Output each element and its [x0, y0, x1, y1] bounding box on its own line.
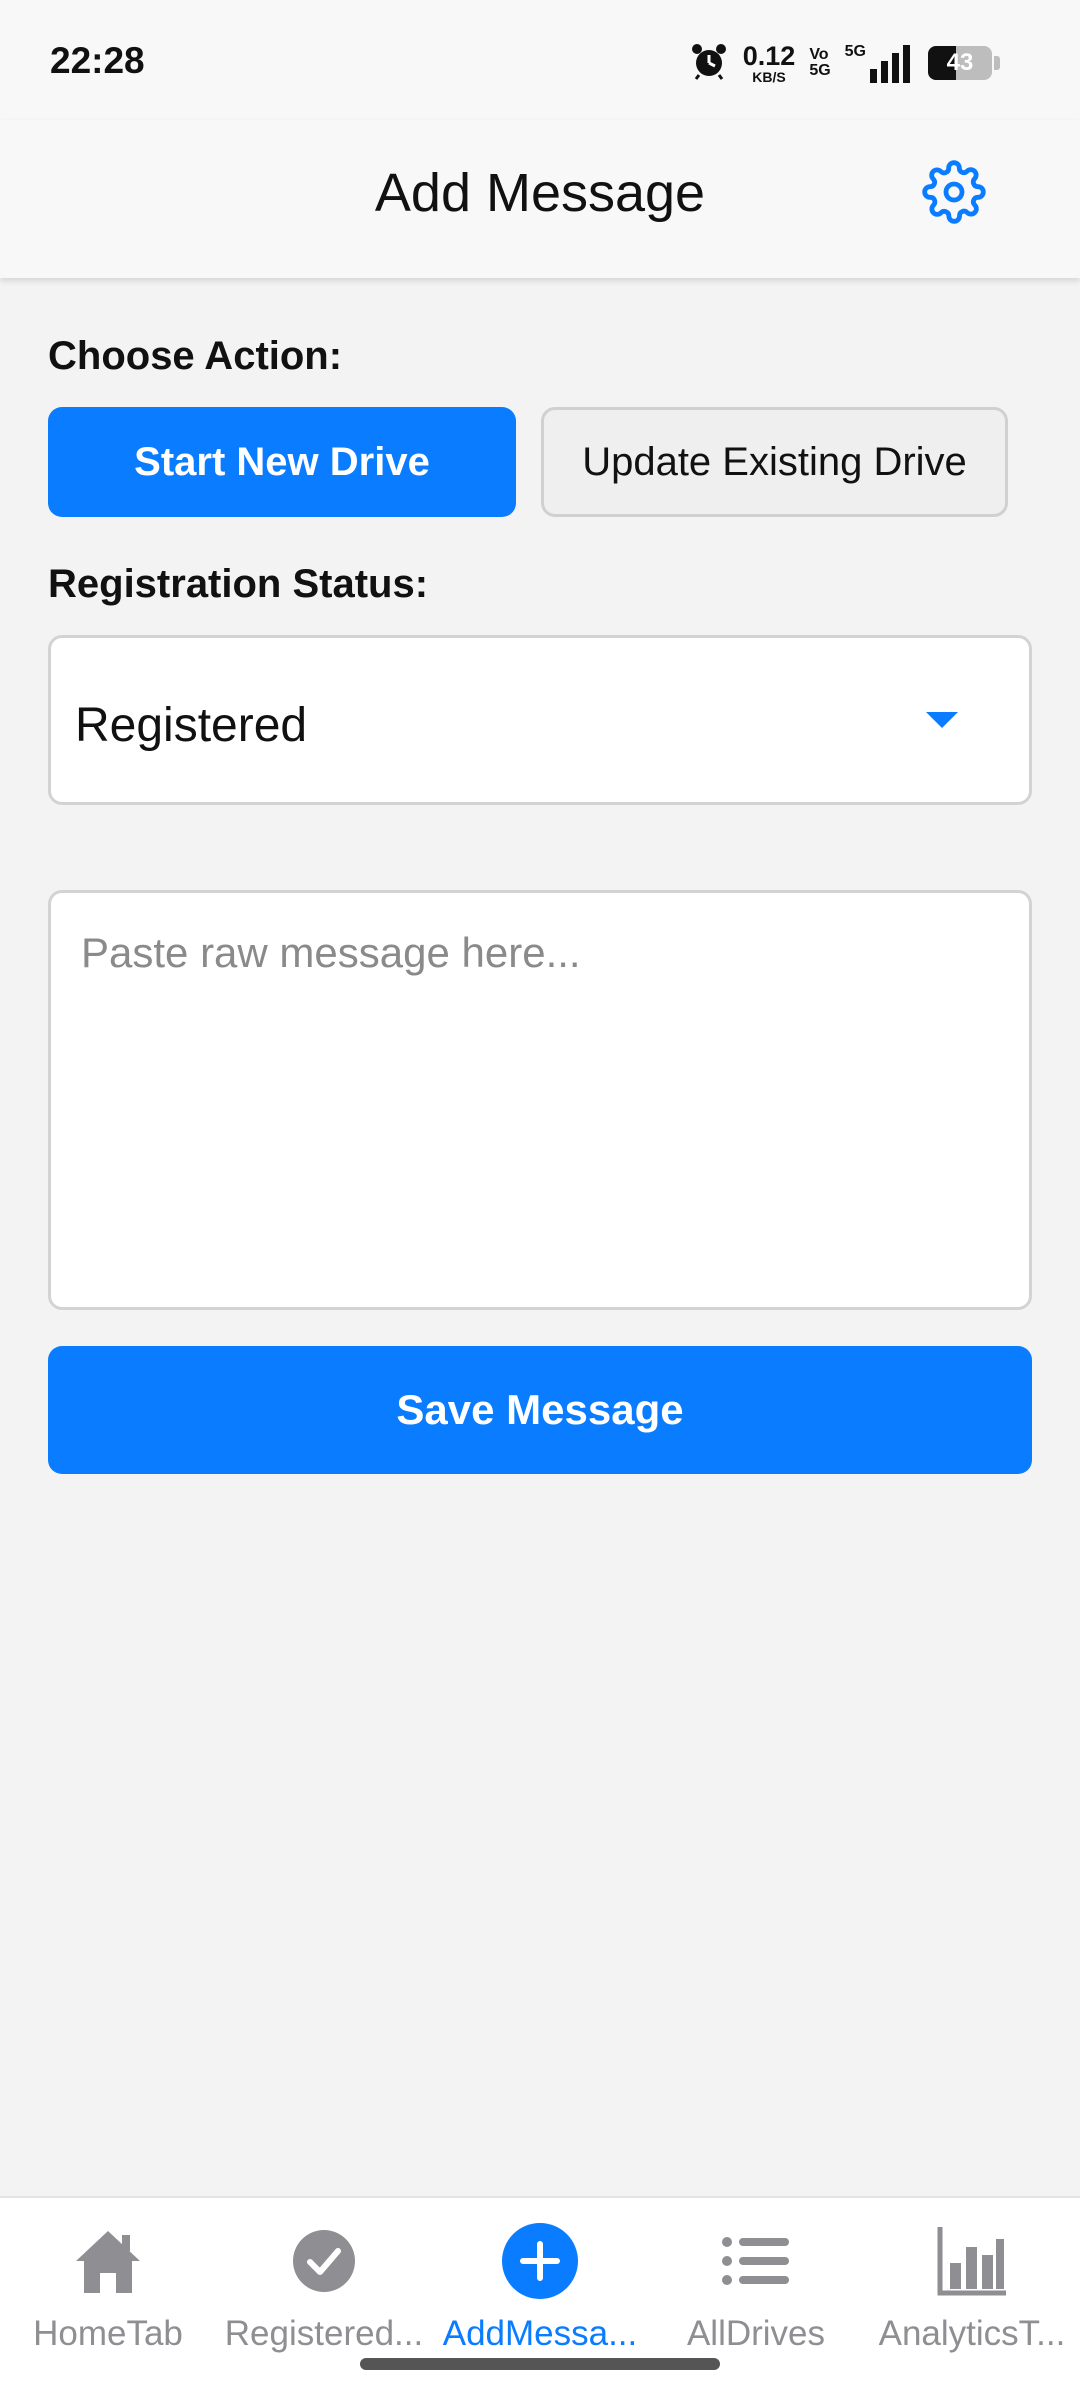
- volte-indicator: Vo 5G: [809, 47, 830, 79]
- tab-label: AnalyticsT...: [878, 2314, 1066, 2353]
- dropdown-selected-value: Registered: [75, 699, 308, 752]
- alarm-icon: [689, 41, 729, 86]
- chevron-down-icon: [926, 712, 958, 728]
- signal-icon: 5G: [845, 43, 914, 83]
- save-message-button[interactable]: Save Message: [48, 1346, 1032, 1474]
- tab-analytics[interactable]: AnalyticsT...: [864, 2198, 1080, 2368]
- check-circle-icon: [292, 2229, 356, 2298]
- tab-label: HomeTab: [33, 2314, 183, 2353]
- bar-chart-icon: [936, 2225, 1008, 2302]
- header: Add Message: [0, 120, 1080, 278]
- choose-action-label: Choose Action:: [48, 334, 343, 378]
- status-time: 22:28: [50, 40, 145, 81]
- battery-level: 43: [946, 49, 974, 76]
- net-speed-value: 0.12: [742, 40, 796, 71]
- tab-registered[interactable]: Registered...: [216, 2198, 432, 2368]
- start-new-drive-button[interactable]: Start New Drive: [48, 407, 516, 517]
- signal-type: 5G: [844, 43, 866, 60]
- tab-label: Registered...: [224, 2314, 424, 2353]
- volte-top: Vo: [809, 46, 829, 63]
- registration-status-label: Registration Status:: [48, 562, 429, 606]
- volte-bottom: 5G: [809, 62, 831, 79]
- tab-label: AddMessa...: [442, 2314, 638, 2353]
- gear-icon: [922, 159, 986, 229]
- settings-button[interactable]: [918, 158, 990, 230]
- status-bar: 22:28 0.12 KB/S Vo 5G 5G 43: [0, 0, 1080, 120]
- tab-all-drives[interactable]: AllDrives: [648, 2198, 864, 2368]
- home-indicator[interactable]: [360, 2358, 720, 2370]
- tab-add-message[interactable]: AddMessa...: [432, 2198, 648, 2368]
- battery-icon: 43: [928, 46, 992, 80]
- plus-circle-icon: [501, 2222, 579, 2305]
- update-existing-drive-button[interactable]: Update Existing Drive: [541, 407, 1008, 517]
- list-icon: [721, 2236, 791, 2291]
- status-icons: 0.12 KB/S Vo 5G 5G 43: [689, 38, 1000, 88]
- home-icon: [72, 2227, 144, 2300]
- tab-label: AllDrives: [686, 2314, 826, 2353]
- battery-cap: [994, 56, 1000, 70]
- tab-home[interactable]: HomeTab: [0, 2198, 216, 2368]
- registration-status-dropdown[interactable]: Registered: [48, 635, 1032, 805]
- net-speed-unit: KB/S: [752, 68, 786, 85]
- net-speed: 0.12 KB/S: [742, 40, 796, 85]
- raw-message-input[interactable]: [48, 890, 1032, 1310]
